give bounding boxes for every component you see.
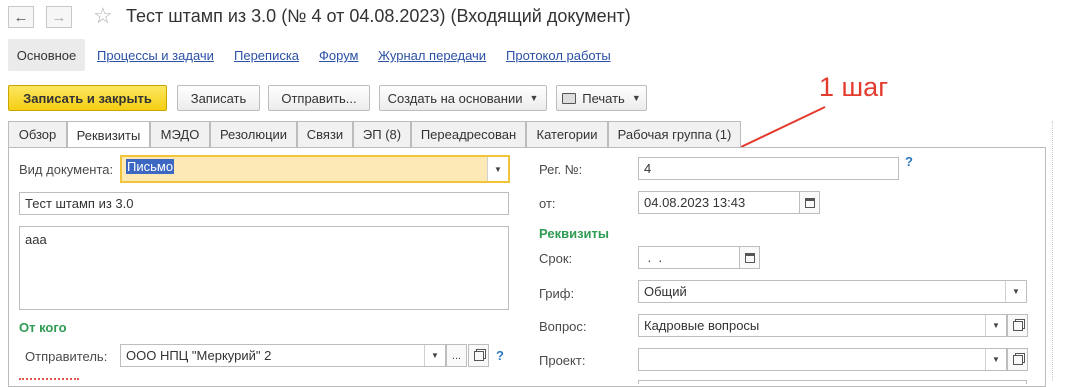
chevron-down-icon[interactable]: ▼ [985,315,1006,336]
sender-field[interactable]: ООО НПЦ "Меркурий" 2 ▼ [120,344,446,367]
section-main[interactable]: Основное [8,39,85,71]
stamp-value: Общий [644,284,687,299]
save-and-close-button[interactable]: Записать и закрыть [8,85,167,111]
date-calendar-button[interactable] [799,191,820,214]
reg-no-value: 4 [644,161,652,176]
chevron-down-icon[interactable]: ▼ [487,157,508,181]
calendar-icon [744,252,755,263]
sender-select-button[interactable]: ... [446,344,467,367]
section-link-work-log[interactable]: Протокол работы [506,48,611,63]
stamp-field[interactable]: Общий ▼ [638,280,1027,303]
section-link-forum[interactable]: Форум [319,48,359,63]
date-field[interactable]: 04.08.2023 13:43 [638,191,800,214]
sender-value: ООО НПЦ "Меркурий" 2 [126,348,272,363]
subject-value: Тест штамп из 3.0 [25,196,134,211]
save-button[interactable]: Записать [177,85,260,111]
requisites-group-title: Реквизиты [539,226,609,241]
chevron-down-icon: ▼ [529,93,539,103]
deadline-calendar-button[interactable] [739,246,760,269]
create-based-on-button[interactable]: Создать на основании ▼ [379,85,547,111]
chevron-down-icon: ▼ [631,93,641,103]
tab-categories[interactable]: Категории [526,121,608,147]
question-field[interactable]: Кадровые вопросы ▼ [638,314,1007,337]
chevron-down-icon[interactable]: ▼ [985,349,1006,370]
sender-label: Отправитель: [25,349,108,364]
tab-working-group[interactable]: Рабочая группа (1) [608,121,741,147]
section-link-transfer-log[interactable]: Журнал передачи [378,48,486,63]
help-icon[interactable]: ? [496,348,504,363]
print-button[interactable]: Печать ▼ [556,85,647,111]
question-label: Вопрос: [539,319,587,334]
open-icon [473,350,484,361]
print-label: Печать [582,90,625,106]
open-icon [1012,354,1023,365]
reg-no-label: Рег. №: [539,162,583,177]
section-link-correspondence[interactable]: Переписка [234,48,299,63]
panel-scroll-divider [1052,121,1053,381]
tab-redirected[interactable]: Переадресован [411,121,526,147]
date-value: 04.08.2023 13:43 [644,195,746,210]
deadline-value: . . [644,250,663,265]
tab-links[interactable]: Связи [297,121,353,147]
tab-signatures[interactable]: ЭП (8) [353,121,411,147]
ellipsis-icon: ... [451,349,462,362]
cut-off-red-label [19,378,79,386]
arrow-right-icon: → [51,8,67,26]
reg-no-field[interactable]: 4 [638,157,899,180]
tab-overview[interactable]: Обзор [8,121,67,147]
question-value: Кадровые вопросы [644,318,760,333]
deadline-label: Срок: [539,251,573,266]
arrow-left-icon: ← [13,8,29,26]
doc-type-value: Письмо [126,159,175,174]
create-based-on-label: Создать на основании [387,90,523,106]
date-label: от: [539,196,556,211]
tab-medo[interactable]: МЭДО [150,121,210,147]
subject-field[interactable]: Тест штамп из 3.0 [19,192,509,215]
question-open-button[interactable] [1007,314,1028,337]
sender-open-button[interactable] [468,344,489,367]
window-title: Тест штамп из 3.0 (№ 4 от 04.08.2023) (В… [126,6,631,26]
from-group-title: От кого [19,320,67,335]
forward-button[interactable]: → [46,6,72,28]
doc-type-label: Вид документа: [19,162,114,177]
content-textarea[interactable]: ааа [19,226,509,310]
project-label: Проект: [539,353,586,368]
tab-requisites[interactable]: Реквизиты [67,121,150,148]
next-field-partial [638,380,1027,384]
printer-icon [562,92,577,104]
deadline-field[interactable]: . . [638,246,740,269]
tab-resolutions[interactable]: Резолюции [210,121,297,147]
chevron-down-icon[interactable]: ▼ [424,345,445,366]
doc-type-field[interactable]: Письмо ▼ [120,155,510,183]
back-button[interactable]: ← [8,6,34,28]
calendar-icon [804,197,815,208]
stamp-label: Гриф: [539,286,575,301]
section-link-processes[interactable]: Процессы и задачи [97,48,214,63]
send-button[interactable]: Отправить... [268,85,370,111]
content-value: ааа [25,232,47,247]
project-field[interactable]: ▼ [638,348,1007,371]
open-icon [1012,320,1023,331]
help-icon[interactable]: ? [905,154,913,169]
chevron-down-icon[interactable]: ▼ [1005,281,1026,302]
project-open-button[interactable] [1007,348,1028,371]
favorite-star-icon[interactable]: ☆ [93,3,113,29]
